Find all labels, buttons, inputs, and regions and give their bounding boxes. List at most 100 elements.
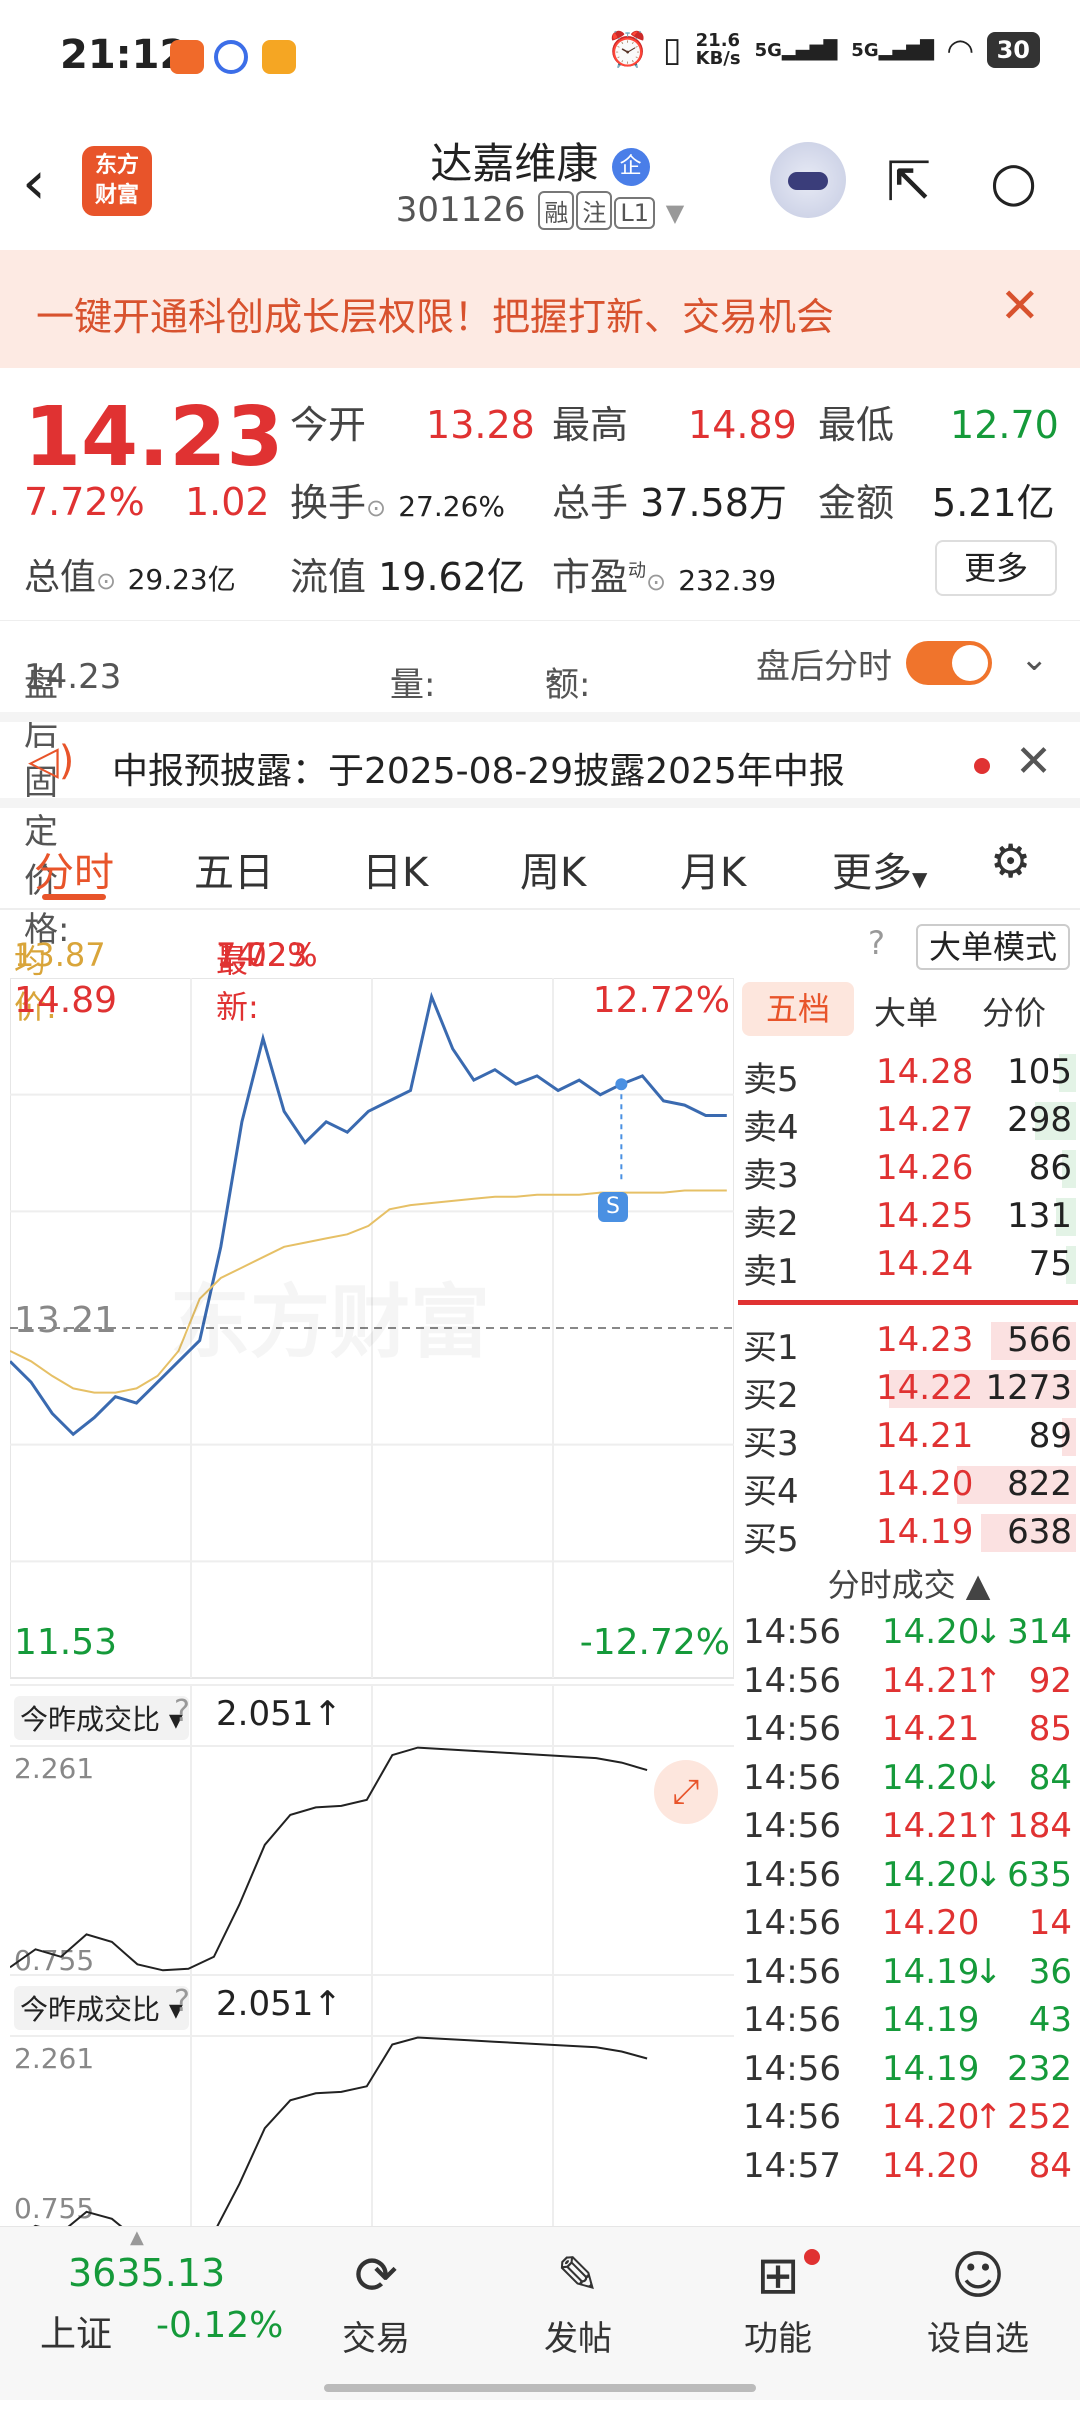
tab-price-split[interactable]: 分价 xyxy=(982,988,1046,1034)
trade-row: 14:56 14.21 ↑ 92 xyxy=(738,1657,1080,1705)
chevron-down-icon[interactable]: ▼ xyxy=(666,199,684,227)
notice-bar[interactable]: ◁) 中报预披露：于2025-08-29披露2025年中报 ✕ xyxy=(0,712,1080,808)
trade-row: 14:56 14.20 ↓ 314 xyxy=(738,1608,1080,1656)
tab-monthly-k[interactable]: 月K xyxy=(680,840,746,898)
close-icon[interactable]: ✕ xyxy=(1015,736,1052,787)
tab-weekly-k[interactable]: 周K xyxy=(520,840,586,898)
high-field: 最高 14.89 xyxy=(552,403,797,447)
expand-icon[interactable]: ⤢ xyxy=(654,1760,718,1824)
trade-direction-icon: ↑ xyxy=(974,1806,1003,1846)
signal-5g-1: 5G▂▄▆█ xyxy=(754,39,838,61)
level-price: 14.25 xyxy=(876,1196,974,1236)
share-icon[interactable]: ⇱ xyxy=(886,150,931,213)
settings-icon[interactable]: ⚙ xyxy=(990,834,1031,888)
bid-row[interactable]: 买2 14.22 1273 xyxy=(738,1364,1080,1416)
chevron-down-icon[interactable]: ⌄ xyxy=(1020,639,1049,679)
tab-more[interactable]: 更多▼ xyxy=(832,840,927,898)
nav-post[interactable]: ✎ 发帖 xyxy=(518,2241,638,2360)
trade-direction-icon: ↑ xyxy=(974,1660,1003,1701)
level-label: 卖2 xyxy=(743,1204,799,1244)
bid-row[interactable]: 买1 14.23 566 xyxy=(738,1316,1080,1368)
unread-dot xyxy=(974,758,990,774)
level-label: 卖5 xyxy=(743,1060,799,1100)
edit-icon: ✎ xyxy=(556,2246,600,2306)
notice-text: 中报预披露：于2025-08-29披露2025年中报 xyxy=(112,751,845,792)
tab-intraday[interactable]: 分时 xyxy=(34,840,114,898)
trade-row: 14:56 14.20 14 xyxy=(738,1899,1080,1947)
ask-row[interactable]: 卖4 14.27 298 xyxy=(738,1096,1080,1148)
level-price: 14.27 xyxy=(876,1100,974,1140)
trade-time: 14:56 xyxy=(743,2000,841,2040)
index-name[interactable]: 上证 xyxy=(40,2305,112,2357)
wifi-icon: ◠ xyxy=(947,31,973,69)
trade-volume: 92 xyxy=(1028,1660,1072,1701)
tab-five-day[interactable]: 五日 xyxy=(194,840,274,898)
big-order-mode-button[interactable]: 大单模式 xyxy=(916,924,1070,970)
trade-row: 14:56 14.19 43 xyxy=(738,1996,1080,2044)
close-icon[interactable]: ✕ xyxy=(1000,278,1040,334)
level-label: 卖1 xyxy=(743,1252,799,1292)
nav-trade[interactable]: ⟳ 交易 xyxy=(316,2241,436,2360)
marker-dot xyxy=(615,1078,628,1091)
ask-row[interactable]: 卖2 14.25 131 xyxy=(738,1192,1080,1244)
volume-field: 总手 37.58万 xyxy=(552,481,787,525)
chevron-up-icon[interactable]: ▲ xyxy=(130,2227,144,2248)
grid-icon: ⊞ xyxy=(756,2246,800,2306)
bid-row[interactable]: 买4 14.20 822 xyxy=(738,1460,1080,1512)
nav-add-watchlist[interactable]: ☺ 设自选 xyxy=(918,2241,1038,2360)
nav-features[interactable]: ⊞ 功能 xyxy=(718,2241,838,2360)
trade-row: 14:56 14.21 ↑ 184 xyxy=(738,1802,1080,1850)
trade-volume: 36 xyxy=(1028,1951,1072,1992)
after-hours-bar: 盘后固定价格: 14.23 量: -- 额: -- 盘后分时 ⌄ xyxy=(0,620,1080,950)
tag-registration: 注 xyxy=(576,191,613,230)
info-icon: ⊙ xyxy=(96,567,117,595)
trade-direction-icon: ↓ xyxy=(974,1757,1003,1798)
pe-field: 市盈动⊙ 232.39 xyxy=(552,555,777,599)
level-qty: 822 xyxy=(1007,1464,1072,1504)
index-pct[interactable]: -0.12% xyxy=(156,2305,283,2346)
level-qty: 75 xyxy=(1028,1244,1072,1284)
price-summary-row: 均价: 13.87 最新: 14.23 1.02 7.72% ? 大单模式 xyxy=(0,912,1080,1026)
float-cap-field: 流值 19.62亿 xyxy=(290,555,525,599)
trade-row: 14:56 14.19 ↓ 36 xyxy=(738,1948,1080,1996)
home-indicator[interactable] xyxy=(324,2384,756,2392)
tab-big-orders[interactable]: 大单 xyxy=(874,988,938,1034)
status-bar: 21:12 ⏰ ▯ 21.6 KB/s 5G▂▄▆█ 5G▂▄▆█ ◠ 30 xyxy=(0,0,1080,110)
intraday-chart[interactable]: 14.89 12.72% 13.21 11.53 -12.72% 东方财富 S … xyxy=(10,978,734,2418)
search-icon[interactable]: ○ xyxy=(990,150,1037,213)
app-notification-icon xyxy=(262,40,296,74)
trade-price: 14.19 xyxy=(882,2000,980,2040)
speaker-icon: ◁) xyxy=(28,738,75,784)
ask-row[interactable]: 卖5 14.28 105 xyxy=(738,1048,1080,1100)
level-price: 14.24 xyxy=(876,1244,974,1284)
tab-daily-k[interactable]: 日K xyxy=(362,840,428,898)
trade-direction-icon: ↓ xyxy=(974,1854,1003,1895)
trade-volume: 85 xyxy=(1028,1709,1072,1749)
trade-row: 14:56 14.21 85 xyxy=(738,1705,1080,1753)
after-hours-toggle[interactable] xyxy=(906,641,992,685)
level-label: 买2 xyxy=(743,1376,799,1416)
trade-volume: 232 xyxy=(1007,2048,1072,2089)
trades-title[interactable]: 分时成交 ▲ xyxy=(738,1560,1080,1606)
trade-volume: 314 xyxy=(1007,1612,1072,1652)
bid-row[interactable]: 买5 14.19 638 xyxy=(738,1508,1080,1560)
open-field: 今开 13.28 xyxy=(290,403,535,447)
promo-banner[interactable]: 一键开通科创成长层权限！把握打新、交易机会 ✕ xyxy=(0,250,1080,368)
trade-time: 14:56 xyxy=(743,1903,841,1943)
index-value[interactable]: 3635.13 xyxy=(68,2251,225,2295)
help-icon[interactable]: ? xyxy=(868,924,885,962)
trade-direction-icon: ↓ xyxy=(974,1951,1003,1992)
ask-row[interactable]: 卖1 14.24 75 xyxy=(738,1240,1080,1292)
buy-signal-marker[interactable]: S xyxy=(598,1192,628,1222)
bid-row[interactable]: 买3 14.21 89 xyxy=(738,1412,1080,1464)
level-qty: 566 xyxy=(1007,1320,1072,1360)
net-speed: 21.6 KB/s xyxy=(695,30,741,69)
order-book-tabs: 五档 大单 分价 xyxy=(738,978,1080,1038)
trade-price: 14.20 xyxy=(882,2145,980,2186)
ask-row[interactable]: 卖3 14.26 86 xyxy=(738,1144,1080,1196)
assistant-avatar[interactable] xyxy=(770,142,846,218)
tab-five-levels[interactable]: 五档 xyxy=(742,982,854,1036)
more-button[interactable]: 更多 xyxy=(935,540,1057,596)
trade-time: 14:56 xyxy=(743,1660,841,1701)
level-label: 卖3 xyxy=(743,1156,799,1196)
